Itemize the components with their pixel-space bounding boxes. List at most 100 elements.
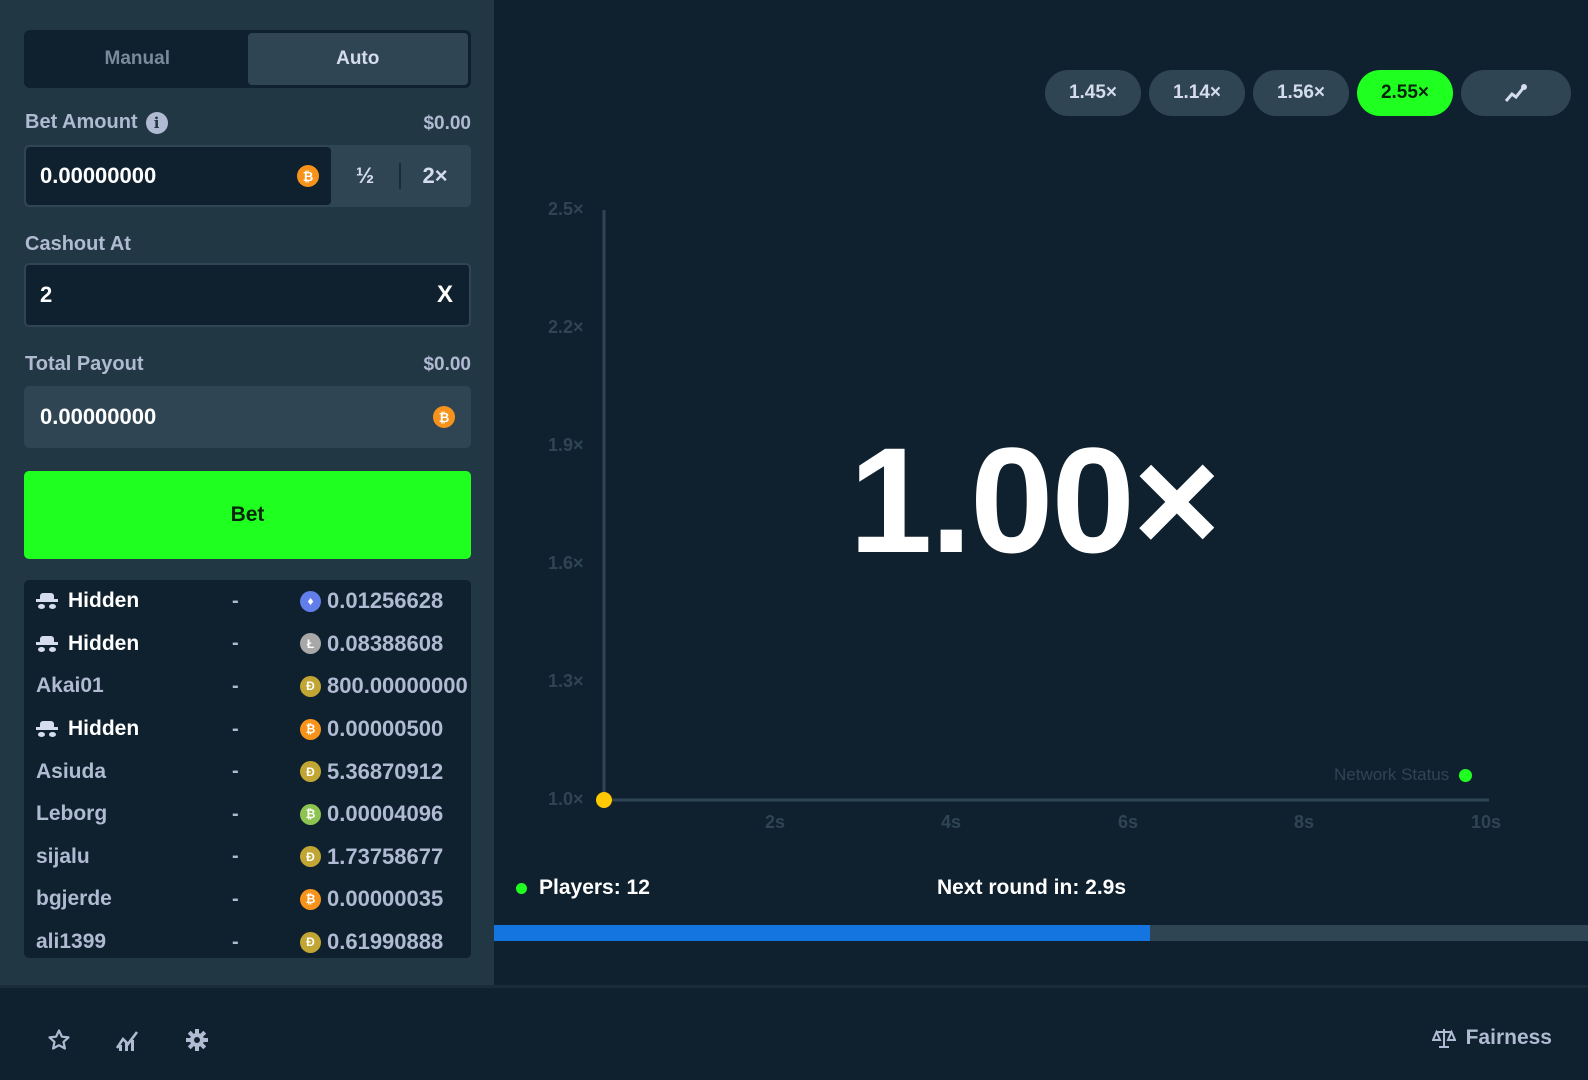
player-name-text: Leborg bbox=[36, 802, 108, 826]
bet-amount-label: Bet Amount i bbox=[25, 111, 168, 134]
doge-icon: Ð bbox=[300, 931, 321, 953]
player-name: Akai01 bbox=[36, 674, 104, 698]
cashout-input[interactable]: 2 X bbox=[24, 263, 471, 327]
bet-amount-label-text: Bet Amount bbox=[25, 111, 138, 133]
player-bet-amount-text: 0.08388608 bbox=[327, 630, 444, 656]
player-cashout: - bbox=[232, 760, 239, 783]
bet-panel: Manual Auto Bet Amount i $0.00 0.0000000… bbox=[0, 0, 494, 985]
round-progress-bar bbox=[494, 925, 1588, 941]
bet-amount-group: 0.00000000 ₿ ½ 2× bbox=[24, 145, 471, 207]
player-name: ali1399 bbox=[36, 930, 106, 954]
bet-button[interactable]: Bet bbox=[24, 471, 471, 559]
player-bet-amount-text: 0.00004096 bbox=[327, 801, 444, 827]
player-name-text: sijalu bbox=[36, 844, 90, 868]
fairness-button[interactable]: Fairness bbox=[1431, 1026, 1552, 1050]
player-row[interactable]: sijalu - Ð 1.73758677 bbox=[24, 836, 471, 879]
player-bet-amount: ♦ 0.01256628 bbox=[300, 588, 443, 614]
total-payout-usd: $0.00 bbox=[423, 354, 471, 375]
doge-icon: Ð bbox=[300, 675, 321, 697]
bch-icon: ₿ bbox=[300, 803, 321, 825]
player-row[interactable]: ali1399 - Ð 0.61990888 bbox=[24, 921, 471, 958]
current-multiplier: 1.00× bbox=[849, 416, 1221, 584]
scale-icon bbox=[1431, 1029, 1456, 1048]
player-bet-amount-text: 0.00000035 bbox=[327, 886, 444, 912]
y-axis-tick: 1.3× bbox=[548, 671, 584, 691]
player-row[interactable]: Asiuda - Ð 5.36870912 bbox=[24, 750, 471, 793]
player-bet-amount: Ð 800.00000000 bbox=[300, 673, 468, 699]
total-payout-label: Total Payout bbox=[25, 353, 144, 375]
tab-auto[interactable]: Auto bbox=[247, 33, 468, 85]
player-row[interactable]: bgjerde - ₿ 0.00000035 bbox=[24, 878, 471, 921]
btc-icon: ₿ bbox=[300, 888, 321, 910]
player-row[interactable]: Akai01 - Ð 800.00000000 bbox=[24, 665, 471, 708]
info-icon[interactable]: i bbox=[145, 111, 168, 134]
player-row[interactable]: Leborg - ₿ 0.00004096 bbox=[24, 793, 471, 836]
hidden-user-icon bbox=[36, 635, 58, 652]
player-name: Hidden bbox=[36, 717, 139, 741]
half-bet-button[interactable]: ½ bbox=[331, 147, 399, 205]
btc-icon: ₿ bbox=[300, 718, 321, 740]
hidden-user-icon bbox=[36, 721, 58, 738]
player-cashout: - bbox=[232, 845, 239, 868]
online-dot bbox=[516, 882, 527, 894]
stats-icon[interactable] bbox=[114, 1026, 142, 1054]
player-bet-amount: Ł 0.08388608 bbox=[300, 631, 443, 657]
clear-cashout-button[interactable]: X bbox=[437, 281, 453, 309]
player-name: Hidden bbox=[36, 632, 139, 656]
tab-manual[interactable]: Manual bbox=[27, 33, 248, 85]
x-axis-tick: 4s bbox=[941, 812, 962, 832]
player-name-text: Hidden bbox=[68, 717, 140, 741]
player-bet-amount: ₿ 0.00000035 bbox=[300, 886, 443, 912]
player-name-text: ali1399 bbox=[36, 930, 107, 954]
player-row[interactable]: Hidden - Ł 0.08388608 bbox=[24, 623, 471, 666]
player-row[interactable]: Hidden - ₿ 0.00000500 bbox=[24, 708, 471, 751]
player-name-text: bgjerde bbox=[36, 887, 112, 911]
player-bet-amount-text: 0.61990888 bbox=[327, 929, 444, 955]
player-name-text: Akai01 bbox=[36, 674, 104, 698]
player-cashout: - bbox=[232, 802, 239, 825]
player-name-text: Asiuda bbox=[36, 759, 107, 783]
bet-amount-usd: $0.00 bbox=[423, 113, 471, 134]
player-bet-amount: ₿ 0.00000500 bbox=[300, 716, 443, 742]
player-cashout: - bbox=[232, 589, 239, 612]
next-round-timer: Next round in: 2.9s bbox=[937, 876, 1127, 899]
game-area: 1.45× 1.14× 1.56× 2.55× 2.5× 2.2× 1.9× 1.6× 1.3… bbox=[494, 0, 1588, 985]
player-cashout: - bbox=[232, 674, 239, 697]
player-cashout: - bbox=[232, 930, 239, 953]
x-axis-tick: 6s bbox=[1118, 812, 1139, 832]
network-status-label: Network Status bbox=[1334, 765, 1450, 784]
y-axis-tick: 2.5× bbox=[548, 199, 584, 219]
player-name: bgjerde bbox=[36, 887, 112, 911]
bet-amount-input[interactable]: 0.00000000 ₿ bbox=[26, 147, 331, 205]
network-status: Network Status bbox=[1334, 765, 1473, 785]
player-bet-amount-text: 0.01256628 bbox=[327, 588, 444, 614]
y-axis-tick: 1.9× bbox=[548, 435, 584, 455]
player-name: Asiuda bbox=[36, 760, 106, 784]
total-payout-value: 0.00000000 bbox=[40, 404, 157, 429]
y-axis-tick: 1.0× bbox=[548, 789, 584, 809]
doge-icon: Ð bbox=[300, 846, 321, 868]
star-icon[interactable] bbox=[45, 1026, 73, 1054]
player-cashout: - bbox=[232, 717, 239, 740]
player-bet-amount-text: 5.36870912 bbox=[327, 758, 444, 784]
player-name: Hidden bbox=[36, 589, 139, 613]
player-bet-amount-text: 0.00000500 bbox=[327, 716, 444, 742]
y-axis-tick: 2.2× bbox=[548, 317, 584, 337]
ltc-icon: Ł bbox=[300, 633, 321, 655]
graph-start-point bbox=[596, 792, 612, 808]
mode-tabs: Manual Auto bbox=[24, 30, 471, 88]
players-count-text: Players: 12 bbox=[539, 876, 650, 899]
player-bet-amount: Ð 5.36870912 bbox=[300, 759, 443, 785]
gear-icon[interactable] bbox=[183, 1026, 211, 1054]
players-list[interactable]: Hidden - ♦ 0.01256628 Hidden - Ł 0.08388608 Akai… bbox=[24, 580, 471, 958]
fairness-label: Fairness bbox=[1465, 1026, 1552, 1049]
bet-amount-value: 0.00000000 bbox=[40, 163, 157, 188]
double-bet-button[interactable]: 2× bbox=[401, 147, 469, 205]
total-payout-field: 0.00000000 ₿ bbox=[24, 386, 471, 448]
player-bet-amount: ₿ 0.00004096 bbox=[300, 801, 443, 827]
player-bet-amount: Ð 1.73758677 bbox=[300, 844, 443, 870]
player-row[interactable]: Hidden - ♦ 0.01256628 bbox=[24, 580, 471, 623]
doge-icon: Ð bbox=[300, 761, 321, 783]
footer-bar: Fairness bbox=[0, 985, 1588, 1080]
eth-icon: ♦ bbox=[300, 590, 321, 612]
